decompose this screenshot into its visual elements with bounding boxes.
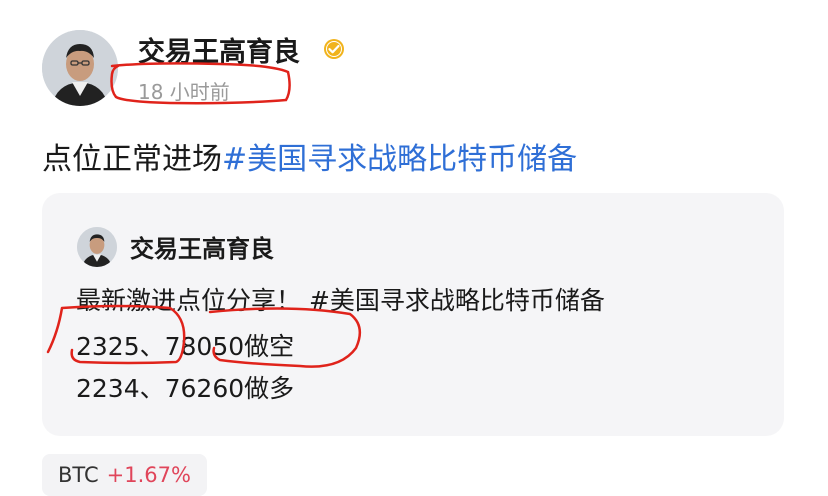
verified-badge-icon <box>324 39 344 59</box>
ticker-change: +1.67% <box>106 463 191 487</box>
post-content: 点位正常进场#美国寻求战略比特币储备 <box>42 134 577 178</box>
ticker-symbol: BTC <box>58 463 99 487</box>
ticker-chip[interactable]: BTC +1.67% <box>42 454 207 496</box>
quoted-text-line: 2325、78050做空 <box>76 332 295 361</box>
author-name[interactable]: 交易王高育良 <box>138 30 300 69</box>
post-time: 18 小时前 <box>138 80 230 104</box>
avatar-portrait <box>42 30 118 106</box>
author-avatar[interactable] <box>42 30 118 106</box>
quoted-post-card[interactable]: 交易王高育良 最新激进点位分享！ #美国寻求战略比特币储备 2325、78050… <box>42 193 784 436</box>
quoted-text-line: 2234、76260做多 <box>76 374 295 403</box>
quoted-author-name[interactable]: 交易王高育良 <box>130 229 274 264</box>
post-hashtag-link[interactable]: #美国寻求战略比特币储备 <box>222 142 577 177</box>
avatar-portrait <box>77 227 117 267</box>
quoted-author-avatar[interactable] <box>77 227 117 267</box>
quoted-text-line: 最新激进点位分享！ #美国寻求战略比特币储备 <box>76 286 605 315</box>
post-text: 点位正常进场 <box>42 142 222 177</box>
